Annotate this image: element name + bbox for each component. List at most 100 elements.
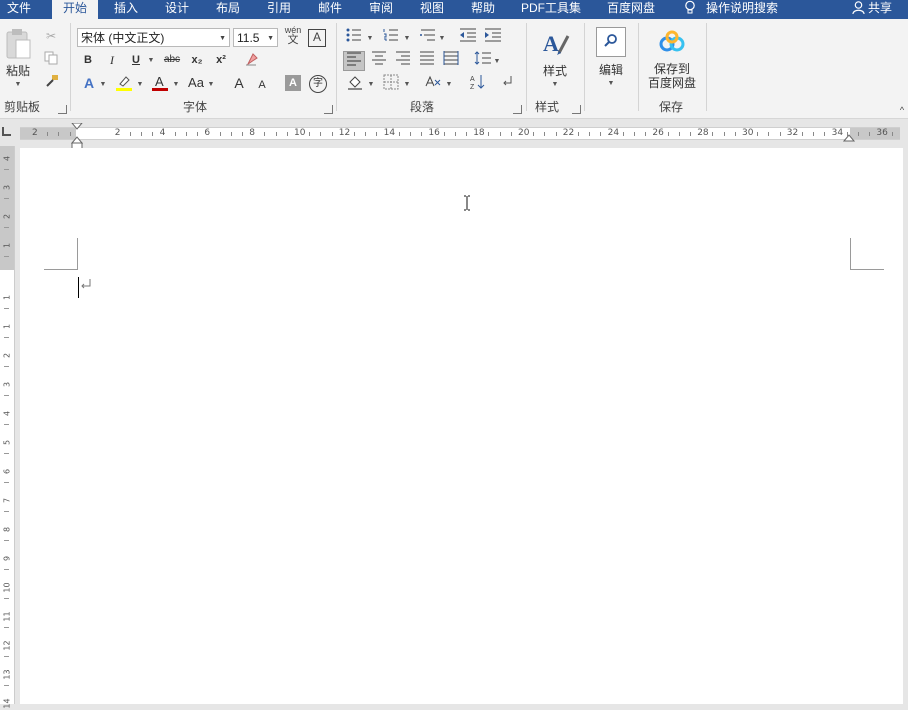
character-border-button[interactable]: A: [308, 29, 326, 47]
svg-text:A: A: [470, 76, 475, 83]
ruler-number: 24: [607, 128, 620, 138]
ruler-tick: [589, 132, 591, 136]
change-case-button[interactable]: Aa: [186, 74, 206, 92]
shading-icon[interactable]: [344, 74, 366, 95]
line-spacing-icon[interactable]: [472, 51, 494, 70]
styles-group-label: 样式: [535, 100, 560, 114]
paragraph-dialog-launcher[interactable]: [513, 105, 522, 114]
text-effects-dropdown-icon[interactable]: ▼: [98, 76, 108, 94]
collapse-ribbon-icon[interactable]: ^: [896, 101, 908, 119]
numbering-icon[interactable]: [380, 28, 402, 47]
phonetic-guide-button[interactable]: wén 文: [283, 25, 303, 46]
tab-references[interactable]: 引用: [257, 0, 301, 19]
shrink-font-button[interactable]: A: [254, 76, 270, 94]
subscript-button[interactable]: x₂: [187, 51, 207, 69]
ruler-tick: [824, 132, 826, 136]
shading-dropdown-icon[interactable]: ▼: [366, 76, 376, 94]
underline-dropdown-icon[interactable]: ▼: [146, 52, 156, 70]
bullets-icon[interactable]: [343, 28, 365, 47]
tab-view[interactable]: 视图: [410, 0, 454, 19]
ruler-tick: [4, 569, 9, 570]
save-to-baidu-button[interactable]: 保存到 百度网盘: [644, 29, 700, 99]
strikethrough-button[interactable]: abc: [161, 51, 183, 69]
bullets-dropdown-icon[interactable]: ▼: [365, 30, 375, 48]
grow-font-button[interactable]: A: [230, 74, 248, 92]
italic-button[interactable]: I: [104, 51, 120, 69]
bold-button[interactable]: B: [80, 51, 96, 69]
enclose-characters-button[interactable]: 字: [309, 75, 327, 93]
numbering-dropdown-icon[interactable]: ▼: [402, 30, 412, 48]
svg-text:A: A: [155, 74, 164, 89]
styles-dialog-launcher[interactable]: [572, 105, 581, 114]
sort-icon[interactable]: AZ: [466, 74, 488, 95]
chinese-layout-icon[interactable]: [422, 74, 444, 95]
font-size-combo[interactable]: 11.5 ▼: [233, 28, 278, 47]
tell-me-search[interactable]: 操作说明搜索: [706, 0, 790, 19]
align-left-icon[interactable]: [343, 51, 365, 71]
font-color-dropdown-icon[interactable]: ▼: [171, 76, 181, 94]
font-name-combo[interactable]: 宋体 (中文正文) ▼: [77, 28, 230, 47]
increase-indent-icon[interactable]: [482, 28, 504, 47]
tab-review[interactable]: 审阅: [359, 0, 403, 19]
chevron-down-icon: ▼: [219, 35, 226, 42]
paste-button[interactable]: 粘贴 ▼: [3, 27, 33, 93]
right-indent-marker[interactable]: [842, 131, 856, 146]
tab-file[interactable]: 文件: [0, 0, 38, 19]
ruler-number: 1: [2, 323, 12, 330]
tab-design[interactable]: 设计: [155, 0, 199, 19]
separator: [638, 23, 639, 111]
highlight-color-icon[interactable]: [114, 74, 134, 97]
clear-format-icon[interactable]: [242, 51, 262, 72]
tab-layout[interactable]: 布局: [206, 0, 250, 19]
tab-mailings[interactable]: 邮件: [308, 0, 352, 19]
font-color-icon[interactable]: A: [150, 74, 170, 97]
document-page[interactable]: [20, 148, 903, 704]
align-right-icon[interactable]: [392, 51, 414, 70]
cut-icon[interactable]: ✂: [41, 27, 61, 45]
ruler-tick: [376, 132, 378, 136]
change-case-dropdown-icon[interactable]: ▼: [206, 76, 216, 94]
multilevel-dropdown-icon[interactable]: ▼: [437, 30, 447, 48]
ruler-number: 12: [2, 640, 12, 651]
borders-dropdown-icon[interactable]: ▼: [402, 76, 412, 94]
tab-home[interactable]: 开始: [52, 0, 98, 19]
ruler-number: 1: [2, 294, 12, 301]
underline-button[interactable]: U: [128, 51, 144, 69]
ruler-number: 2: [2, 352, 12, 359]
vertical-ruler[interactable]: 4 3 2 1 1 1 2 3 4 5 6 7 8 9 10 11 12 13 14: [0, 146, 15, 709]
editing-button[interactable]: 编辑 ▼: [592, 27, 630, 97]
copy-icon[interactable]: [41, 51, 61, 70]
distributed-icon[interactable]: [440, 51, 462, 70]
share-button[interactable]: 共享: [868, 0, 898, 19]
tab-baidu-netdisk[interactable]: 百度网盘: [600, 0, 662, 19]
line-spacing-dropdown-icon[interactable]: ▼: [492, 53, 502, 71]
ruler-tick: [309, 132, 311, 136]
tab-pdf-tools[interactable]: PDF工具集: [516, 0, 586, 19]
chevron-down-icon: ▼: [267, 35, 274, 42]
font-dialog-launcher[interactable]: [324, 105, 333, 114]
justify-icon[interactable]: [416, 51, 438, 70]
styles-button[interactable]: A 样式 ▼: [533, 27, 577, 97]
show-marks-icon[interactable]: [497, 74, 519, 93]
chinese-layout-dropdown-icon[interactable]: ▼: [444, 76, 454, 94]
tab-insert[interactable]: 插入: [104, 0, 148, 19]
align-center-icon[interactable]: [368, 51, 390, 70]
ruler-number: 3: [2, 381, 12, 388]
format-painter-icon[interactable]: [41, 74, 61, 93]
ruler-tick: [152, 132, 154, 136]
decrease-indent-icon[interactable]: [457, 28, 479, 47]
superscript-button[interactable]: x²: [211, 51, 231, 69]
text-effects-button[interactable]: A: [80, 74, 98, 92]
ruler-bar: 2 2 4 6 8 10 12 14 16 18 20 22 24 26 28 30 32 34 36: [20, 127, 900, 140]
paste-dropdown-icon[interactable]: ▼: [3, 78, 33, 92]
horizontal-ruler[interactable]: 2 2 4 6 8 10 12 14 16 18 20 22 24 26 28 30 32 34 36: [0, 122, 908, 150]
highlight-dropdown-icon[interactable]: ▼: [135, 76, 145, 94]
borders-icon[interactable]: [380, 74, 402, 95]
tab-help[interactable]: 帮助: [461, 0, 505, 19]
ruler-tick: [47, 132, 49, 136]
tab-selector-icon[interactable]: [2, 127, 11, 136]
editing-label: 编辑: [598, 63, 623, 77]
character-shading-button[interactable]: A: [285, 75, 301, 91]
clipboard-dialog-launcher[interactable]: [58, 105, 67, 114]
multilevel-icon[interactable]: [417, 28, 439, 47]
